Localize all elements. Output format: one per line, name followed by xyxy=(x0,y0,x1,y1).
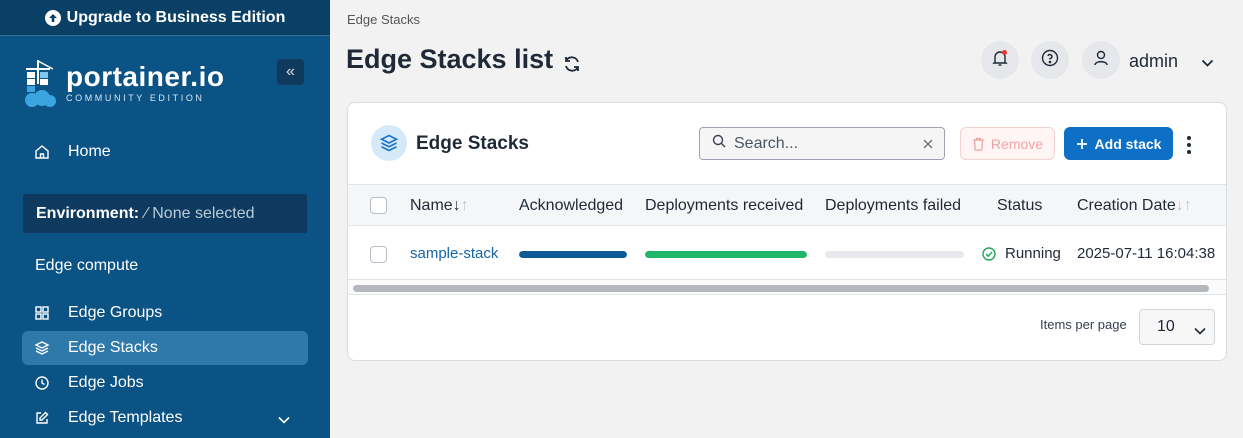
column-header-deployments-received: Deployments received xyxy=(645,197,804,214)
sort-icon: ↓↑ xyxy=(1175,197,1192,214)
upgrade-banner[interactable]: Upgrade to Business Edition xyxy=(0,0,330,36)
deployments-received-progress-bar xyxy=(645,251,807,258)
chevron-down-icon xyxy=(1194,322,1206,340)
edit-icon xyxy=(34,410,50,426)
chevrons-left-icon: « xyxy=(286,63,295,80)
search-box[interactable] xyxy=(699,127,945,160)
user-avatar-button[interactable] xyxy=(1082,41,1120,79)
items-per-page-label: Items per page xyxy=(1040,317,1127,332)
trash-icon xyxy=(972,137,985,151)
sidebar-item-edge-groups[interactable]: Edge Groups xyxy=(22,296,308,330)
sidebar: Upgrade to Business Edition portainer.io… xyxy=(0,0,330,438)
upgrade-label: Upgrade to Business Edition xyxy=(66,8,286,26)
select-all-checkbox[interactable] xyxy=(370,197,387,214)
column-header-acknowledged: Acknowledged xyxy=(519,197,624,214)
remove-label: Remove xyxy=(990,135,1044,152)
sidebar-item-label: Edge Templates xyxy=(68,409,183,426)
logo-name: portainer.io xyxy=(66,61,225,92)
grid-icon xyxy=(34,305,50,321)
horizontal-scrollbar[interactable] xyxy=(348,279,1226,295)
environment-label: Environment: xyxy=(36,204,140,222)
page-title: Edge Stacks list xyxy=(346,44,554,74)
chevron-down-icon[interactable] xyxy=(278,411,290,429)
sidebar-item-label: Edge Jobs xyxy=(68,374,144,391)
clear-search-icon[interactable] xyxy=(922,137,934,155)
column-header-creation-date[interactable]: Creation Date↓↑ xyxy=(1077,197,1192,215)
user-icon xyxy=(1092,49,1110,72)
edge-stacks-card: Edge Stacks Remove Add stack Name↓↑ Ackn… xyxy=(347,102,1227,361)
sidebar-item-edge-templates[interactable]: Edge Templates xyxy=(22,401,308,435)
plus-icon xyxy=(1076,138,1088,150)
collapse-sidebar-button[interactable]: « xyxy=(277,59,304,85)
row-checkbox[interactable] xyxy=(370,246,387,263)
creation-date: 2025-07-11 16:04:38 xyxy=(1077,245,1216,262)
home-icon xyxy=(34,144,50,160)
more-options-icon[interactable] xyxy=(1181,135,1197,155)
refresh-icon[interactable] xyxy=(562,50,582,72)
add-stack-button[interactable]: Add stack xyxy=(1064,127,1173,160)
sidebar-item-label: Edge Groups xyxy=(68,304,163,321)
remove-button[interactable]: Remove xyxy=(960,127,1055,160)
sidebar-item-label: Edge Stacks xyxy=(68,339,158,356)
sidebar-item-edge-jobs[interactable]: Edge Jobs xyxy=(22,366,308,400)
scrollbar-thumb[interactable] xyxy=(353,285,1209,292)
help-button[interactable] xyxy=(1031,41,1069,79)
bell-icon xyxy=(991,49,1009,72)
add-stack-label: Add stack xyxy=(1094,135,1162,152)
arrow-up-circle-icon xyxy=(44,9,61,26)
search-input[interactable] xyxy=(734,134,914,153)
status-cell: Running xyxy=(982,245,1061,262)
table-header: Name↓↑ Acknowledged Deployments received… xyxy=(348,184,1226,226)
user-menu-chevron-down-icon[interactable] xyxy=(1201,55,1214,73)
status-text: Running xyxy=(1005,245,1061,262)
environment-value: ⁄ None selected xyxy=(145,204,255,222)
help-circle-icon xyxy=(1041,49,1059,72)
stack-name-link[interactable]: sample-stack xyxy=(410,245,498,262)
clock-icon xyxy=(34,375,50,391)
deployments-failed-progress-bar xyxy=(825,251,964,258)
deployments-received-progress-fill xyxy=(645,251,807,258)
table-row: sample-stack Running 2025-07-11 16:04:38 xyxy=(348,227,1226,279)
sidebar-item-edge-stacks[interactable]: Edge Stacks xyxy=(22,331,308,365)
notifications-button[interactable] xyxy=(981,41,1019,79)
sort-asc-icon: ↑ xyxy=(460,197,469,214)
sidebar-item-home[interactable]: Home xyxy=(22,135,308,169)
column-header-status: Status xyxy=(997,197,1043,214)
column-header-name[interactable]: Name↓↑ xyxy=(410,197,469,215)
portainer-logo[interactable]: portainer.io COMMUNITY EDITION xyxy=(20,58,224,108)
items-per-page-select[interactable]: 10 xyxy=(1139,309,1215,345)
page-title-container: Edge Stacks list xyxy=(346,44,582,75)
user-name[interactable]: admin xyxy=(1129,51,1178,72)
column-header-deployments-failed: Deployments failed xyxy=(825,197,962,214)
card-title: Edge Stacks xyxy=(416,133,529,154)
breadcrumb: Edge Stacks xyxy=(347,12,420,27)
acknowledged-progress-fill xyxy=(519,251,627,258)
sidebar-item-label: Home xyxy=(68,143,111,160)
search-icon xyxy=(712,134,726,153)
layers-icon xyxy=(34,340,50,356)
check-circle-icon xyxy=(982,246,996,261)
items-per-page-value: 10 xyxy=(1157,318,1175,335)
sidebar-section-edge-compute: Edge compute xyxy=(35,257,139,274)
acknowledged-progress-bar xyxy=(519,251,627,258)
portainer-logo-icon xyxy=(20,58,60,108)
logo-edition: COMMUNITY EDITION xyxy=(66,93,205,103)
layers-icon xyxy=(371,125,407,161)
environment-selector[interactable]: Environment: ⁄ None selected xyxy=(23,194,307,233)
sort-desc-icon: ↓ xyxy=(452,197,461,214)
